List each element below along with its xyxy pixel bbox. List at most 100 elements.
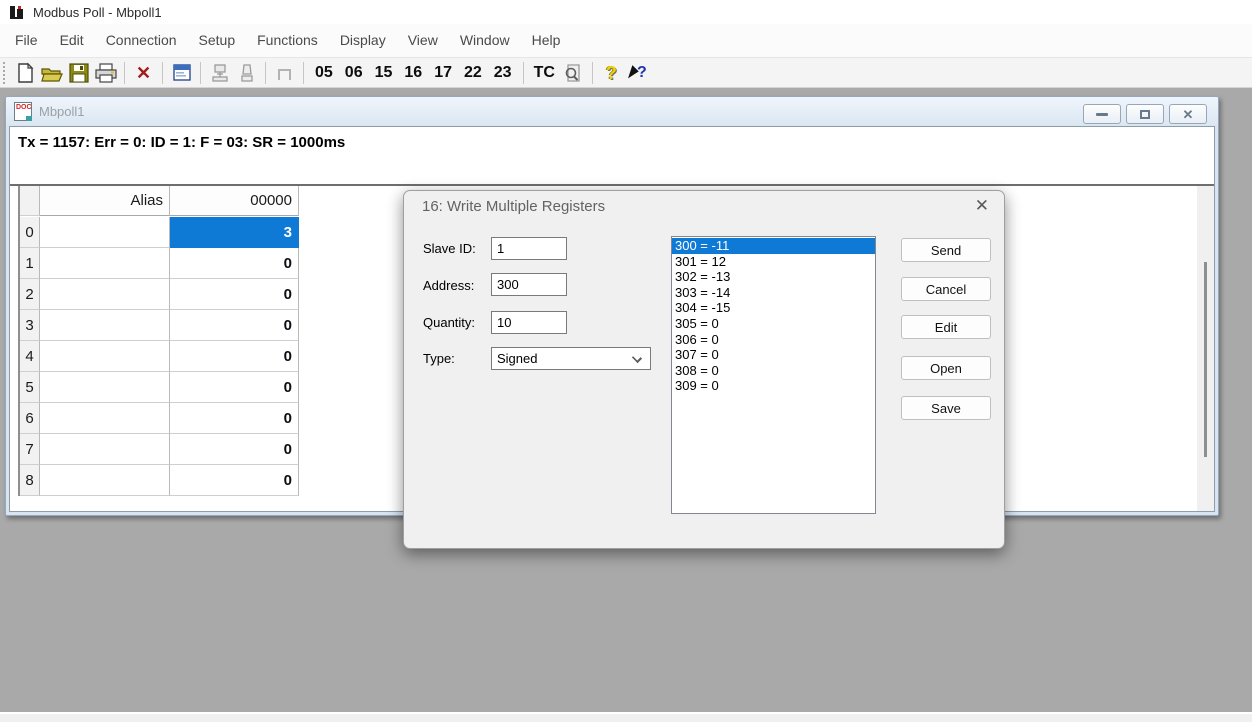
row-header[interactable]: 6: [20, 403, 40, 434]
register-list-item[interactable]: 303 = -14: [672, 285, 875, 301]
register-list-item[interactable]: 308 = 0: [672, 363, 875, 379]
alias-cell[interactable]: [40, 248, 170, 279]
save-list-button[interactable]: Save: [901, 396, 991, 420]
value-cell[interactable]: 0: [170, 248, 299, 279]
display-setup-button[interactable]: [168, 60, 195, 85]
value-cell[interactable]: 0: [170, 465, 299, 496]
new-file-button[interactable]: [11, 60, 38, 85]
menu-connection[interactable]: Connection: [95, 24, 188, 57]
value-cell[interactable]: 0: [170, 403, 299, 434]
toolbar-fc-05[interactable]: 05: [309, 60, 339, 85]
alias-cell[interactable]: [40, 279, 170, 310]
row-header[interactable]: 7: [20, 434, 40, 465]
alias-cell[interactable]: [40, 341, 170, 372]
menu-display[interactable]: Display: [329, 24, 397, 57]
child-close-button[interactable]: ✕: [1169, 104, 1207, 124]
toolbar-separator: [265, 62, 266, 84]
toolbar-fc-17[interactable]: 17: [428, 60, 458, 85]
register-grid: Alias 00000 0 3 1 0 2 0 3 0: [18, 186, 299, 496]
delete-button[interactable]: ✕: [130, 60, 157, 85]
open-file-button[interactable]: [38, 60, 65, 85]
register-list-item[interactable]: 304 = -15: [672, 300, 875, 316]
dialog-close-icon[interactable]: ✕: [975, 196, 989, 216]
menu-view[interactable]: View: [397, 24, 449, 57]
toolbar-fc-16[interactable]: 16: [398, 60, 428, 85]
delete-x-icon: ✕: [136, 64, 151, 82]
alias-cell[interactable]: [40, 434, 170, 465]
mbpoll1-title-bar[interactable]: DOC Mbpoll1 ✕: [6, 97, 1218, 125]
type-dropdown[interactable]: Signed: [491, 347, 651, 370]
value-cell[interactable]: 0: [170, 372, 299, 403]
child-minimize-button[interactable]: [1083, 104, 1121, 124]
register-list-item[interactable]: 301 = 12: [672, 254, 875, 270]
register-list-item[interactable]: 302 = -13: [672, 269, 875, 285]
value-cell[interactable]: 0: [170, 279, 299, 310]
print-button[interactable]: [92, 60, 119, 85]
alias-cell[interactable]: [40, 310, 170, 341]
register-list-item[interactable]: 309 = 0: [672, 378, 875, 394]
toolbar: ✕: [0, 57, 1252, 88]
vertical-scrollbar[interactable]: [1197, 186, 1214, 511]
dialog-title: 16: Write Multiple Registers: [422, 198, 605, 215]
quantity-field[interactable]: [491, 311, 567, 334]
value-cell[interactable]: 0: [170, 434, 299, 465]
row-header[interactable]: 3: [20, 310, 40, 341]
toolbar-grip[interactable]: [3, 62, 7, 84]
row-header[interactable]: 8: [20, 465, 40, 496]
menu-file[interactable]: File: [4, 24, 49, 57]
value-cell[interactable]: 0: [170, 310, 299, 341]
stop-poll-button[interactable]: [233, 60, 260, 85]
toolbar-tc-button[interactable]: TC: [529, 60, 560, 85]
toolbar-separator: [162, 62, 163, 84]
value-cell-selected[interactable]: 3: [170, 217, 299, 248]
toolbar-fc-22[interactable]: 22: [458, 60, 488, 85]
menu-bar: File Edit Connection Setup Functions Dis…: [0, 24, 1252, 57]
menu-setup[interactable]: Setup: [188, 24, 247, 57]
help-button[interactable]: ?: [598, 60, 625, 85]
register-list-item[interactable]: 307 = 0: [672, 347, 875, 363]
address-field[interactable]: [491, 273, 567, 296]
open-button[interactable]: Open: [901, 356, 991, 380]
alias-cell[interactable]: [40, 217, 170, 248]
slave-id-field[interactable]: [491, 237, 567, 260]
save-button[interactable]: [65, 60, 92, 85]
row-header[interactable]: 2: [20, 279, 40, 310]
row-header[interactable]: 5: [20, 372, 40, 403]
poll-device-icon: [209, 62, 231, 84]
menu-window[interactable]: Window: [449, 24, 521, 57]
app-title-bar: Modbus Poll - Mbpoll1: [0, 0, 1252, 24]
menu-functions[interactable]: Functions: [246, 24, 329, 57]
alias-cell[interactable]: [40, 465, 170, 496]
mbpoll1-title: Mbpoll1: [39, 104, 85, 119]
row-header[interactable]: 4: [20, 341, 40, 372]
row-header[interactable]: 1: [20, 248, 40, 279]
toolbar-fc-23[interactable]: 23: [488, 60, 518, 85]
read-write-once-button[interactable]: [206, 60, 233, 85]
grid-header-alias[interactable]: Alias: [40, 186, 170, 216]
modbus-poll-app: Modbus Poll - Mbpoll1 File Edit Connecti…: [0, 0, 1252, 722]
alias-cell[interactable]: [40, 372, 170, 403]
register-list-item[interactable]: 306 = 0: [672, 332, 875, 348]
bottom-strip: [0, 712, 1252, 722]
menu-edit[interactable]: Edit: [49, 24, 95, 57]
send-button[interactable]: Send: [901, 238, 991, 262]
toolbar-fc-06[interactable]: 06: [339, 60, 369, 85]
communication-traffic-button[interactable]: [271, 60, 298, 85]
value-cell[interactable]: 0: [170, 341, 299, 372]
scrollbar-thumb[interactable]: [1204, 262, 1207, 457]
type-selected-value: Signed: [497, 351, 537, 366]
alias-cell[interactable]: [40, 403, 170, 434]
grid-header-00000[interactable]: 00000: [170, 186, 299, 216]
edit-button[interactable]: Edit: [901, 315, 991, 339]
context-help-button[interactable]: ?: [625, 60, 652, 85]
toolbar-separator: [523, 62, 524, 84]
menu-help[interactable]: Help: [521, 24, 572, 57]
register-list-item[interactable]: 305 = 0: [672, 316, 875, 332]
child-maximize-button[interactable]: [1126, 104, 1164, 124]
row-header[interactable]: 0: [20, 217, 40, 248]
test-center-button[interactable]: [560, 60, 587, 85]
register-values-listbox[interactable]: 300 = -11 301 = 12 302 = -13 303 = -14 3…: [671, 236, 876, 514]
toolbar-fc-15[interactable]: 15: [369, 60, 399, 85]
cancel-button[interactable]: Cancel: [901, 277, 991, 301]
register-list-item-selected[interactable]: 300 = -11: [672, 238, 875, 254]
